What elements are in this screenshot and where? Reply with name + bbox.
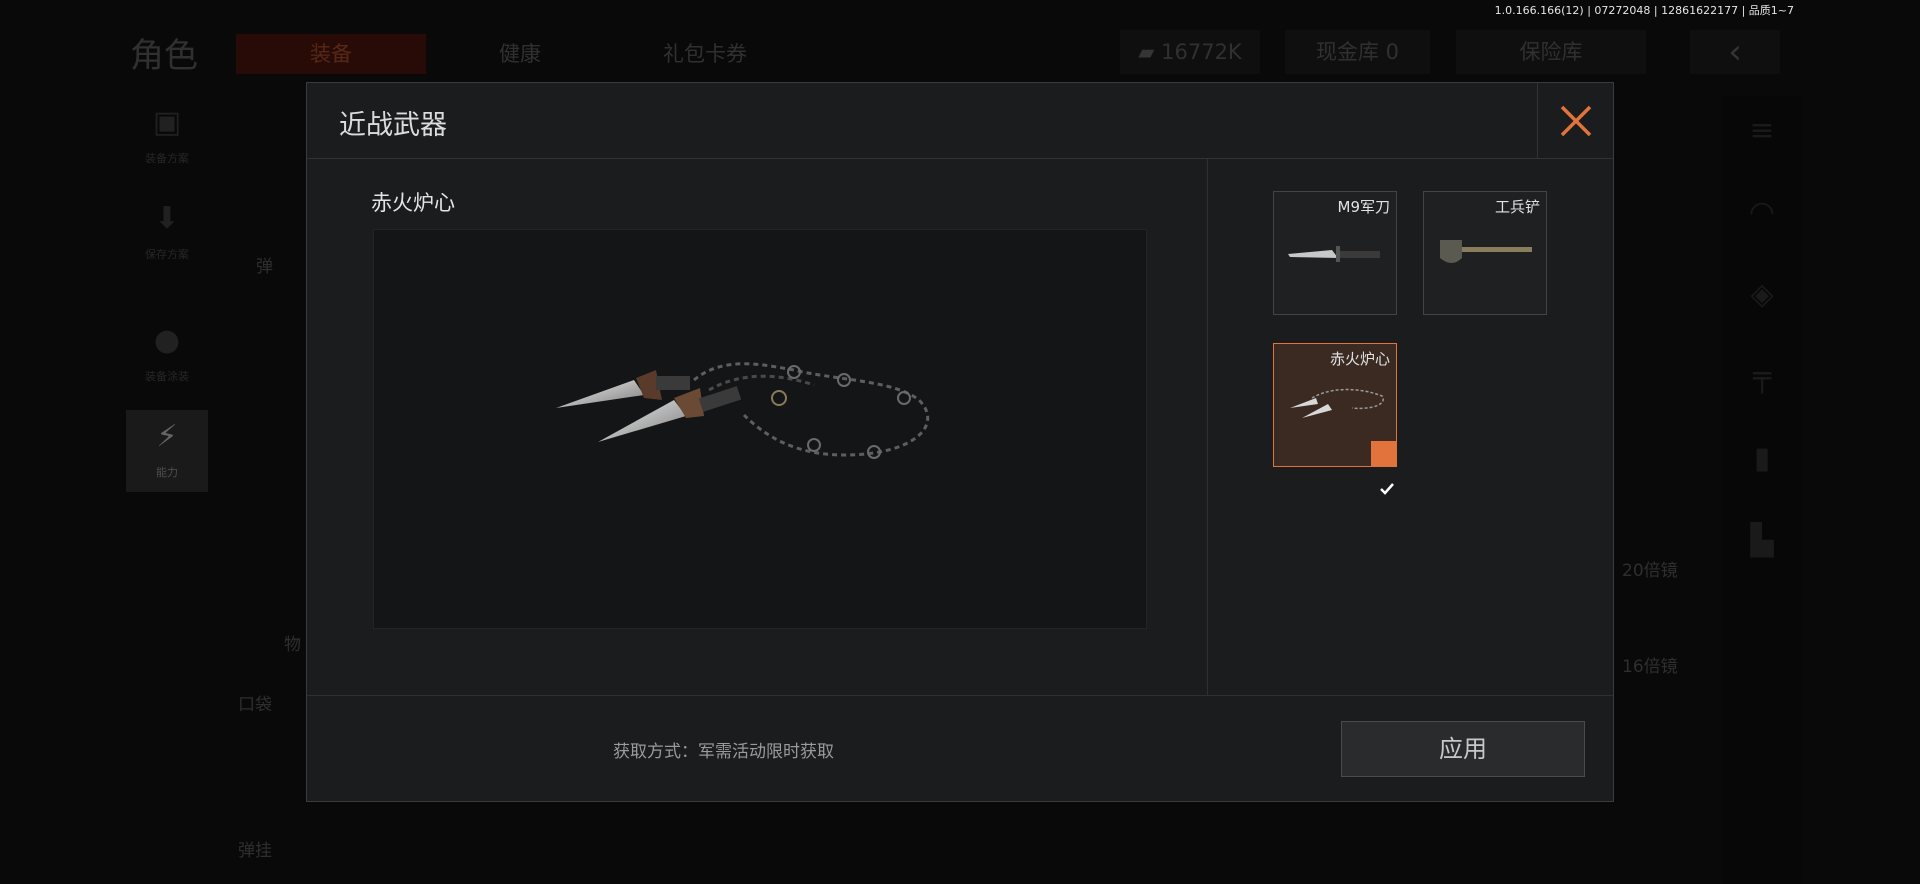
- ammo-label: 弹: [256, 257, 273, 277]
- layers-icon[interactable]: ≡: [1722, 96, 1802, 166]
- back-arrow-icon: ‹: [1728, 32, 1742, 72]
- dialog-title: 近战武器: [339, 110, 447, 141]
- armor-icon[interactable]: ◈: [1722, 260, 1802, 330]
- sling-label: 弹挂: [238, 841, 272, 861]
- check-icon: [1380, 483, 1394, 495]
- weapon-card-m9-bayonet[interactable]: M9军刀: [1273, 191, 1397, 315]
- sidebar-item-label: 保存方案: [145, 248, 189, 261]
- helmet-icon: ●: [153, 323, 181, 358]
- chain-dart-icon: [1290, 388, 1384, 418]
- dialog-header: 近战武器: [307, 83, 1613, 159]
- shovel-icon: [1440, 240, 1532, 263]
- weapon-card-red-fire-heart[interactable]: 赤火炉心: [1273, 343, 1397, 495]
- download-icon: ⬇: [154, 201, 180, 236]
- sidebar-item-label: 装备涂装: [145, 370, 189, 383]
- version-info: 1.0.166.166(12) | 07272048 | 12861622177…: [1494, 4, 1794, 17]
- close-icon: [1560, 105, 1591, 137]
- weapon-card-shovel[interactable]: 工兵铲: [1423, 191, 1547, 315]
- selected-item-name: 赤火炉心: [371, 191, 455, 215]
- knife-icon: [1288, 246, 1380, 262]
- tab-health[interactable]: 健康: [460, 34, 580, 74]
- tab-gift-vouchers[interactable]: 礼包卡券: [610, 34, 800, 74]
- grip-icon[interactable]: ▙: [1722, 506, 1802, 576]
- footer-divider: [307, 695, 1613, 696]
- insurance-vault-button[interactable]: 保险库: [1456, 30, 1646, 74]
- chain-dart-model: [556, 362, 930, 459]
- weapon-card-label: M9军刀: [1337, 198, 1391, 216]
- weapon-grid: M9军刀 工兵铲 赤火炉心: [1273, 191, 1573, 511]
- selected-check: [1371, 441, 1397, 495]
- lightning-icon: ⚡: [156, 419, 178, 454]
- panel-divider: [1207, 159, 1208, 695]
- currency-amount: 16772K: [1161, 40, 1242, 64]
- magazine-icon[interactable]: ▮: [1722, 424, 1802, 494]
- acquire-method-text: 获取方式：军需活动限时获取: [613, 742, 834, 762]
- sidebar-item-loadout[interactable]: ▣ 装备方案: [126, 96, 208, 178]
- currency-display: ▰ 16772K: [1120, 30, 1260, 74]
- cash-vault-button[interactable]: 现金库 0: [1285, 30, 1430, 74]
- screen-title: 角色: [130, 36, 198, 76]
- weapon-card-label: 工兵铲: [1494, 198, 1540, 216]
- sidebar-item-ability[interactable]: ⚡ 能力: [126, 410, 208, 492]
- left-sidebar: ▣ 装备方案 ⬇ 保存方案 ● 装备涂装 ⚡ 能力: [126, 96, 208, 506]
- right-slot-strip: ≡ ◠ ◈ ╤ ▮ ▙: [1722, 96, 1802, 884]
- back-button[interactable]: ‹: [1690, 30, 1780, 74]
- pocket-label: 口袋: [238, 695, 272, 715]
- melee-weapon-dialog: 近战武器 赤火炉心 M9军刀 工兵铲 赤火炉心 获取方式：军需活动限时获取 应用: [306, 82, 1614, 802]
- sidebar-item-label: 装备方案: [145, 152, 189, 165]
- weapon-card-label: 赤火炉心: [1329, 350, 1390, 368]
- sidebar-item-save[interactable]: ⬇ 保存方案: [126, 192, 208, 274]
- top-bar: 角色 装备 健康 礼包卡券 ▰ 16772K 现金库 0 保险库 ‹: [0, 24, 1920, 76]
- scope-20x-label: 20倍镜: [1622, 561, 1678, 581]
- currency-icon: ▰: [1138, 40, 1162, 64]
- vest-icon: ▣: [152, 105, 182, 140]
- sidebar-item-skin[interactable]: ● 装备涂装: [126, 314, 208, 396]
- weapon-preview[interactable]: [373, 229, 1147, 629]
- scope-16x-label: 16倍镜: [1622, 657, 1678, 677]
- rifle-icon[interactable]: ╤: [1722, 342, 1802, 412]
- items-label: 物: [284, 635, 301, 655]
- tab-equipment[interactable]: 装备: [236, 34, 426, 74]
- close-button[interactable]: [1537, 83, 1613, 159]
- sidebar-item-label: 能力: [156, 466, 178, 479]
- hat-icon[interactable]: ◠: [1722, 178, 1802, 248]
- apply-button[interactable]: 应用: [1341, 721, 1585, 777]
